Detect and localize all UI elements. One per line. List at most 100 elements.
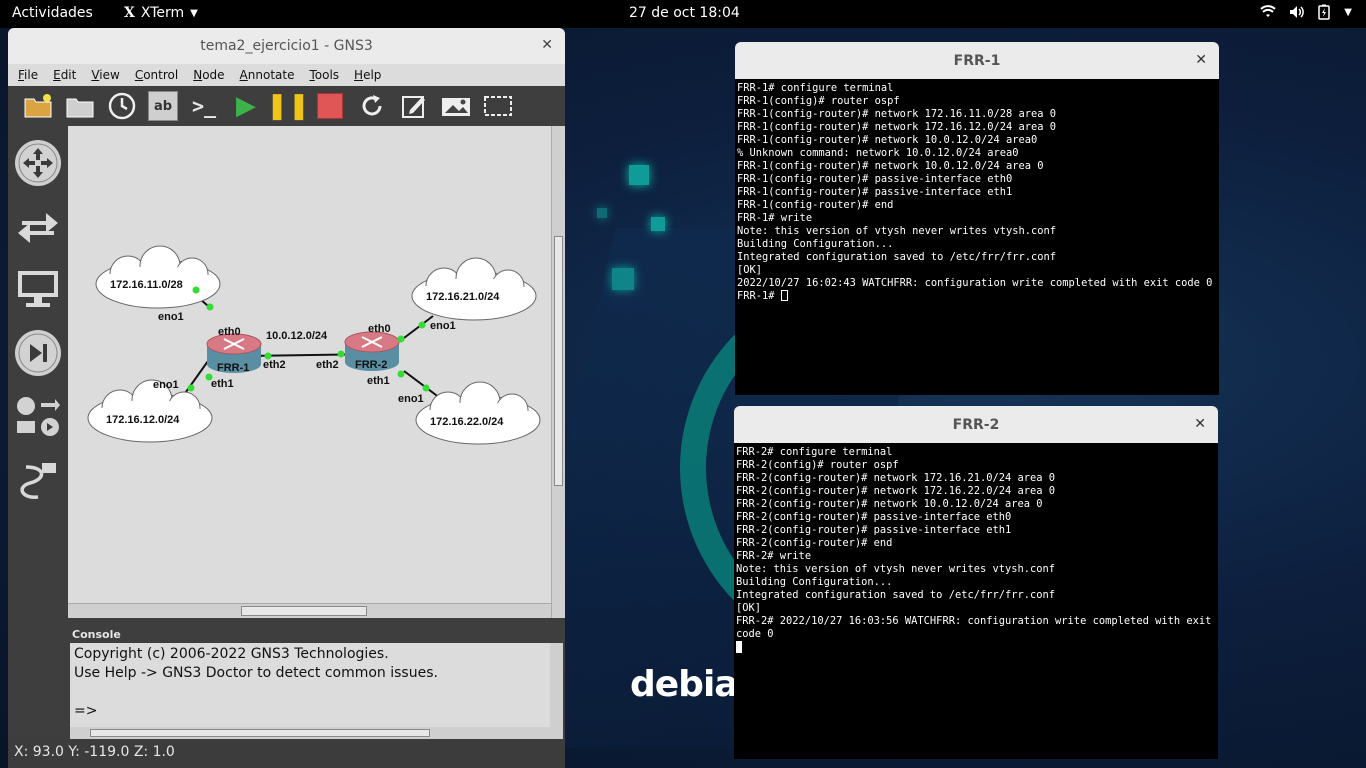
end-devices-icon[interactable] — [15, 266, 61, 312]
port-label: eth0 — [368, 323, 391, 335]
canvas-vertical-scrollbar[interactable] — [551, 126, 565, 618]
cloud-label: 172.16.12.0/24 — [106, 414, 180, 426]
link-status-dot — [206, 303, 214, 311]
terminal-output[interactable]: FRR-2# configure terminal FRR-2(config)#… — [734, 443, 1218, 658]
console-vertical-scrollbar[interactable] — [550, 643, 563, 727]
menu-tools[interactable]: Tools — [309, 68, 339, 82]
menu-bar: File Edit View Control Node Annotate Too… — [8, 64, 565, 86]
close-icon[interactable]: ✕ — [1194, 416, 1206, 432]
port-label: eno1 — [430, 320, 456, 332]
menu-node[interactable]: Node — [193, 68, 224, 82]
cloud-label: 172.16.11.0/28 — [110, 279, 183, 291]
chevron-down-icon: ▼ — [190, 8, 198, 19]
console-prompt: => — [74, 703, 98, 719]
system-tray[interactable]: ▼ — [1260, 4, 1352, 24]
switches-icon[interactable] — [15, 204, 61, 250]
clock-icon[interactable] — [106, 90, 138, 122]
menu-view[interactable]: View — [91, 68, 119, 82]
security-devices-icon[interactable] — [15, 330, 61, 376]
console-dock: Console Copyright (c) 2006-2022 GNS3 Tec… — [68, 620, 565, 740]
topology-canvas[interactable]: 172.16.11.0/28 172.16.12.0/24 172.16.21.… — [68, 126, 551, 603]
app-menu[interactable]: X XTerm ▼ — [124, 5, 198, 21]
link-frr2-cloud21[interactable] — [403, 315, 434, 339]
menu-file[interactable]: File — [18, 68, 38, 82]
link-status-dot — [418, 321, 426, 329]
wifi-icon — [1260, 4, 1276, 24]
reload-icon[interactable] — [356, 90, 388, 122]
wallpaper-square — [597, 208, 607, 218]
stop-icon[interactable] — [314, 90, 346, 122]
router-label: FRR-2 — [355, 359, 387, 371]
xterm-icon: X — [124, 5, 135, 21]
port-label: eth2 — [316, 359, 339, 371]
cloud-172-16-21[interactable] — [411, 257, 537, 321]
window-title: FRR-1 — [953, 52, 1001, 69]
device-sidebar — [8, 126, 68, 746]
port-label: eth1 — [211, 378, 234, 390]
volume-icon — [1288, 4, 1305, 24]
menu-edit[interactable]: Edit — [53, 68, 76, 82]
app-name: XTerm — [140, 5, 185, 21]
terminal-window-frr2: FRR-2 ✕ FRR-2# configure terminal FRR-2(… — [734, 406, 1218, 759]
console-title: Console — [72, 628, 121, 641]
snapshot-icon[interactable]: ab — [148, 91, 178, 121]
open-project-icon[interactable] — [64, 90, 96, 122]
console-horizontal-scrollbar[interactable] — [70, 727, 563, 739]
cloud-172-16-22[interactable] — [415, 381, 541, 445]
wallpaper-square — [629, 165, 649, 185]
terminal-text: FRR-1# configure terminal FRR-1(config)#… — [737, 82, 1213, 302]
battery-icon — [1316, 4, 1332, 24]
port-label: eno1 — [398, 393, 424, 405]
terminal-output[interactable]: FRR-1# configure terminal FRR-1(config)#… — [735, 79, 1219, 306]
canvas-horizontal-scrollbar[interactable] — [68, 603, 551, 618]
link-status-dot — [192, 286, 200, 294]
window-titlebar[interactable]: FRR-1 ✕ — [735, 42, 1219, 79]
menu-control[interactable]: Control — [135, 68, 178, 82]
wallpaper-square — [612, 268, 634, 290]
clock[interactable]: 27 de oct 18:04 — [629, 5, 740, 21]
console-output[interactable]: Copyright (c) 2006-2022 GNS3 Technologie… — [70, 643, 550, 727]
close-icon[interactable]: ✕ — [1195, 52, 1207, 68]
link-status-dot — [397, 370, 405, 378]
cloud-172-16-11[interactable] — [95, 245, 221, 309]
cloud-label: 172.16.22.0/24 — [430, 416, 504, 428]
terminal-text: FRR-2# configure terminal FRR-2(config)#… — [736, 446, 1212, 640]
console-line: Use Help -> GNS3 Doctor to detect common… — [74, 665, 438, 681]
port-label: eth2 — [263, 359, 286, 371]
link-status-dot — [397, 335, 405, 343]
all-devices-icon[interactable] — [15, 394, 61, 440]
link-status-dot — [337, 350, 345, 358]
window-title: tema2_ejercicio1 - GNS3 — [200, 38, 373, 54]
menu-help[interactable]: Help — [354, 68, 381, 82]
chevron-down-icon: ▼ — [1344, 7, 1352, 18]
coordinates-readout: X: 93.0 Y: -119.0 Z: 1.0 — [14, 744, 175, 760]
pause-icon[interactable]: ❚❚ — [266, 90, 310, 122]
window-titlebar[interactable]: FRR-2 ✕ — [734, 406, 1218, 443]
menu-annotate[interactable]: Annotate — [240, 68, 295, 82]
new-project-icon[interactable] — [22, 90, 54, 122]
terminal-cursor — [780, 290, 788, 301]
console-all-icon[interactable]: >_ — [188, 90, 220, 122]
status-bar: X: 93.0 Y: -119.0 Z: 1.0 — [8, 740, 565, 768]
terminal-cursor — [736, 641, 742, 653]
wallpaper-square — [651, 217, 665, 231]
note-icon[interactable] — [398, 90, 430, 122]
play-icon[interactable]: ▶ — [230, 90, 262, 122]
image-icon[interactable] — [440, 90, 472, 122]
add-link-icon[interactable] — [15, 458, 61, 504]
port-label: eno1 — [153, 379, 179, 391]
gns3-window: tema2_ejercicio1 - GNS3 ✕ File Edit View… — [8, 28, 565, 768]
port-label: eno1 — [158, 311, 184, 323]
activities-button[interactable]: Actividades — [12, 5, 93, 21]
window-titlebar[interactable]: tema2_ejercicio1 - GNS3 ✕ — [8, 28, 565, 64]
rectangle-icon[interactable] — [482, 90, 514, 122]
main-toolbar: ab >_ ▶ ❚❚ — [8, 86, 565, 126]
window-title: FRR-2 — [952, 416, 1000, 433]
port-label: eth0 — [218, 326, 241, 338]
link-label: 10.0.12.0/24 — [266, 330, 328, 342]
cloud-label: 172.16.21.0/24 — [426, 291, 500, 303]
top-bar: Actividades X XTerm ▼ 27 de oct 18:04 ▼ — [0, 0, 1366, 28]
routers-icon[interactable] — [15, 140, 61, 186]
close-icon[interactable]: ✕ — [541, 37, 553, 53]
